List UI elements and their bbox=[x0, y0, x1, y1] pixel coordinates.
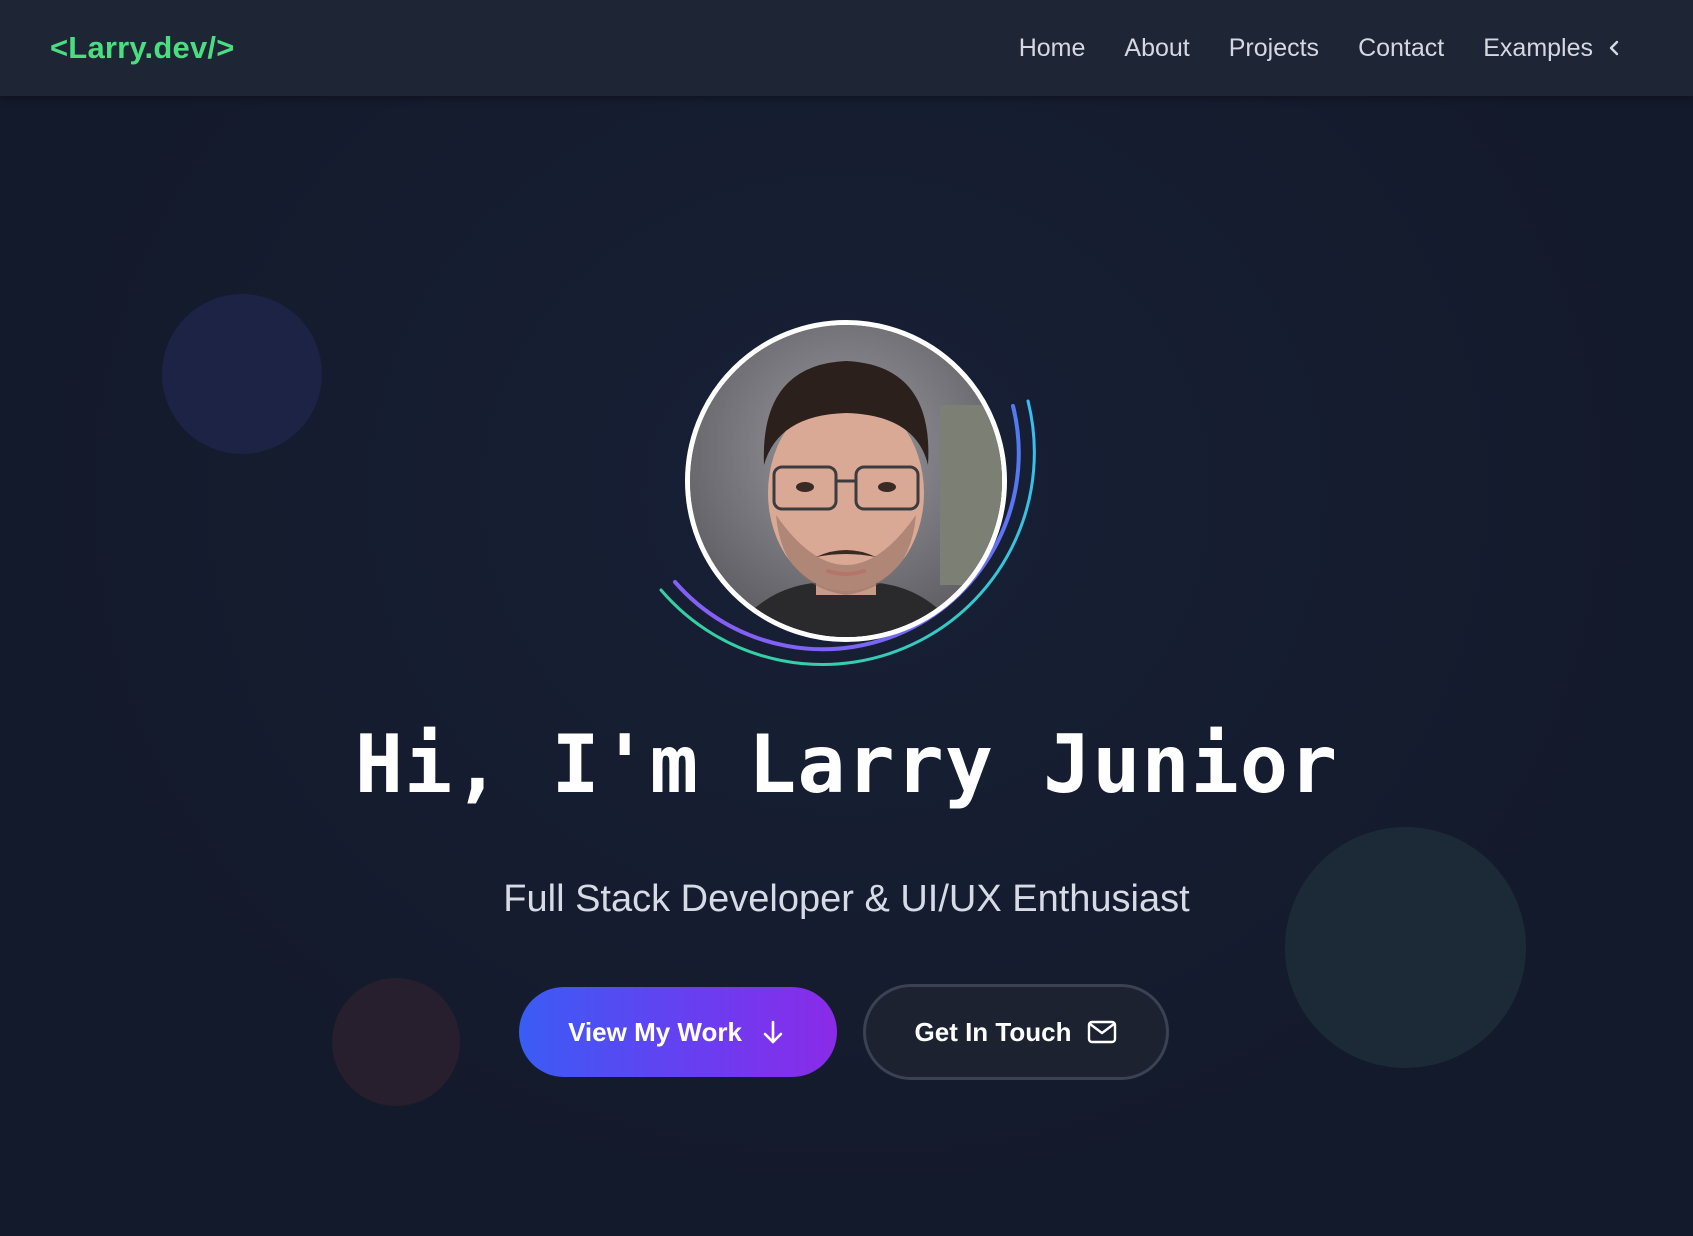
mail-icon bbox=[1088, 1020, 1117, 1044]
decorative-circle-teal bbox=[1285, 827, 1526, 1068]
nav-dropdown-label: Examples bbox=[1483, 33, 1593, 62]
site-logo[interactable]: <Larry.dev/> bbox=[50, 30, 235, 66]
chevron-left-icon bbox=[1609, 40, 1619, 56]
arrow-down-icon bbox=[763, 1020, 783, 1044]
nav-links: Home About Projects Contact Examples bbox=[1019, 34, 1643, 63]
hero-headline: Hi, I'm Larry Junior bbox=[354, 718, 1339, 811]
nav-link-about[interactable]: About bbox=[1124, 34, 1189, 63]
nav-link-home[interactable]: Home bbox=[1019, 34, 1086, 63]
nav-dropdown-examples[interactable]: Examples bbox=[1483, 34, 1621, 63]
avatar-container bbox=[645, 308, 1055, 718]
get-in-touch-label: Get In Touch bbox=[914, 1016, 1072, 1047]
hero-subtitle: Full Stack Developer & UI/UX Enthusiast bbox=[503, 878, 1190, 920]
nav-link-projects[interactable]: Projects bbox=[1229, 34, 1319, 63]
view-my-work-button[interactable]: View My Work bbox=[519, 987, 837, 1077]
page: <Larry.dev/> Home About Projects Contact… bbox=[0, 0, 1693, 1236]
profile-photo-illustration bbox=[690, 325, 1002, 637]
profile-photo bbox=[685, 320, 1007, 642]
decorative-circle-brown bbox=[332, 978, 460, 1106]
view-my-work-label: View My Work bbox=[568, 1016, 742, 1047]
navbar: <Larry.dev/> Home About Projects Contact… bbox=[0, 0, 1693, 96]
decorative-circle-blue bbox=[162, 294, 322, 454]
nav-link-contact[interactable]: Contact bbox=[1358, 34, 1444, 63]
get-in-touch-button[interactable]: Get In Touch bbox=[863, 984, 1169, 1080]
